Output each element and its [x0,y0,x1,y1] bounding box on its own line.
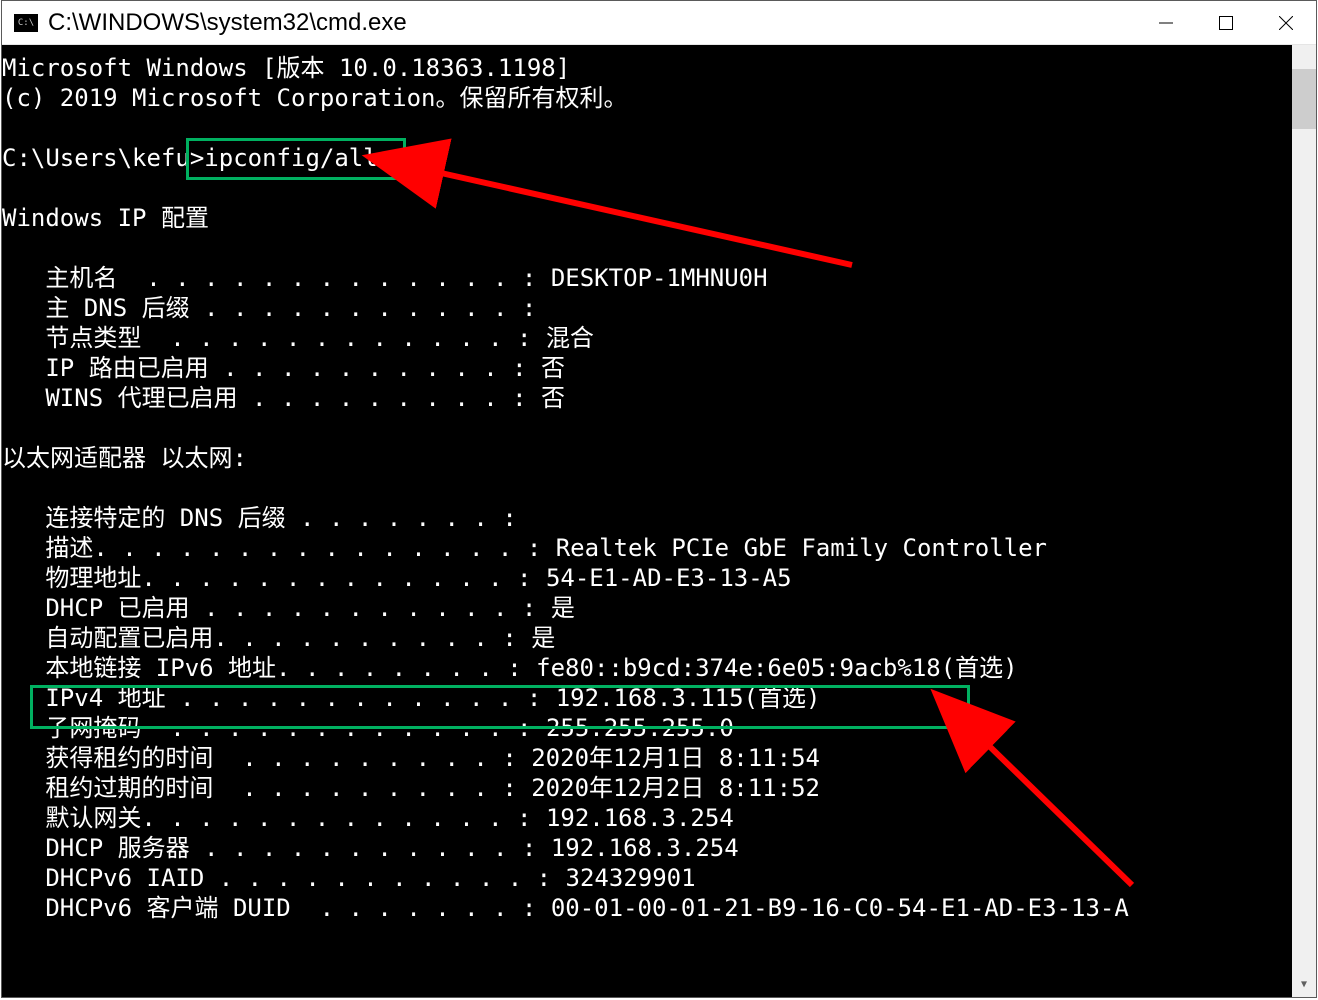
node-type-value: 混合 [546,324,594,352]
dhcpv6-duid-label: DHCPv6 客户端 DUID . . . . . . . : [2,894,551,922]
dhcpv6-duid-value: 00-01-00-01-21-B9-16-C0-54-E1-AD-E3-13-A [551,894,1129,922]
scroll-thumb[interactable] [1292,69,1316,129]
titlebar[interactable]: C:\WINDOWS\system32\cmd.exe [2,1,1316,45]
prompt-path: C:\Users\kefu> [2,144,204,172]
dhcpv6-iaid-value: 324329901 [566,864,696,892]
maximize-icon [1219,16,1233,30]
wins-proxy-value: 否 [541,384,565,412]
ipconfig-header: Windows IP 配置 [2,204,209,232]
dhcp-server-label: DHCP 服务器 . . . . . . . . . . . : [2,834,551,862]
vertical-scrollbar[interactable]: ▲ ▼ [1292,45,1316,997]
node-type-label: 节点类型 . . . . . . . . . . . . : [2,324,546,352]
wins-proxy-label: WINS 代理已启用 . . . . . . . . . : [2,384,541,412]
lease-expires-label: 租约过期的时间 . . . . . . . . . : [2,774,531,802]
version-line: Microsoft Windows [版本 10.0.18363.1198] [2,54,570,82]
hostname-label: 主机名 . . . . . . . . . . . . . : [2,264,551,292]
copyright-line: (c) 2019 Microsoft Corporation。保留所有权利。 [2,84,627,112]
ip-routing-value: 否 [541,354,565,382]
ipv4-label: IPv4 地址 . . . . . . . . . . . . : [2,684,556,712]
description-value: Realtek PCIe GbE Family Controller [556,534,1047,562]
cmd-window: C:\WINDOWS\system32\cmd.exe Microsoft Wi… [1,0,1317,998]
cmd-icon [14,14,38,32]
mac-value: 54-E1-AD-E3-13-A5 [546,564,792,592]
ipv6-local-value: fe80::b9cd:374e:6e05:9acb%18(首选) [536,654,1017,682]
ip-routing-label: IP 路由已启用 . . . . . . . . . . : [2,354,541,382]
minimize-icon [1159,16,1173,30]
scroll-down-button[interactable]: ▼ [1292,973,1316,997]
minimize-button[interactable] [1136,1,1196,44]
lease-obtained-value: 2020年12月1日 8:11:54 [531,744,820,772]
gateway-value: 192.168.3.254 [546,804,734,832]
autoconf-value: 是 [531,624,555,652]
conn-dns-label: 连接特定的 DNS 后缀 . . . . . . . : [2,504,531,532]
subnet-mask-label: 子网掩码 . . . . . . . . . . . . : [2,714,546,742]
terminal-area[interactable]: Microsoft Windows [版本 10.0.18363.1198] (… [2,45,1316,997]
prompt-command: ipconfig/all [204,144,377,172]
mac-label: 物理地址. . . . . . . . . . . . . : [2,564,546,592]
terminal-output: Microsoft Windows [版本 10.0.18363.1198] (… [2,53,1292,923]
close-icon [1279,16,1293,30]
lease-obtained-label: 获得租约的时间 . . . . . . . . . : [2,744,531,772]
autoconf-label: 自动配置已启用. . . . . . . . . . : [2,624,531,652]
subnet-mask-value: 255.255.255.0 [546,714,734,742]
window-controls [1136,1,1316,44]
description-label: 描述. . . . . . . . . . . . . . . : [2,534,556,562]
lease-expires-value: 2020年12月2日 8:11:52 [531,774,820,802]
gateway-label: 默认网关. . . . . . . . . . . . . : [2,804,546,832]
dhcp-enabled-label: DHCP 已启用 . . . . . . . . . . . : [2,594,551,622]
dhcpv6-iaid-label: DHCPv6 IAID . . . . . . . . . . . : [2,864,566,892]
dhcp-server-value: 192.168.3.254 [551,834,739,862]
dns-suffix-label: 主 DNS 后缀 . . . . . . . . . . . : [2,294,551,322]
window-title: C:\WINDOWS\system32\cmd.exe [48,9,1136,37]
maximize-button[interactable] [1196,1,1256,44]
ipv4-value: 192.168.3.115(首选) [556,684,821,712]
adapter-header: 以太网适配器 以太网: [2,444,247,472]
hostname-value: DESKTOP-1MHNU0H [551,264,768,292]
close-button[interactable] [1256,1,1316,44]
ipv6-local-label: 本地链接 IPv6 地址. . . . . . . . : [2,654,536,682]
dhcp-enabled-value: 是 [551,594,575,622]
